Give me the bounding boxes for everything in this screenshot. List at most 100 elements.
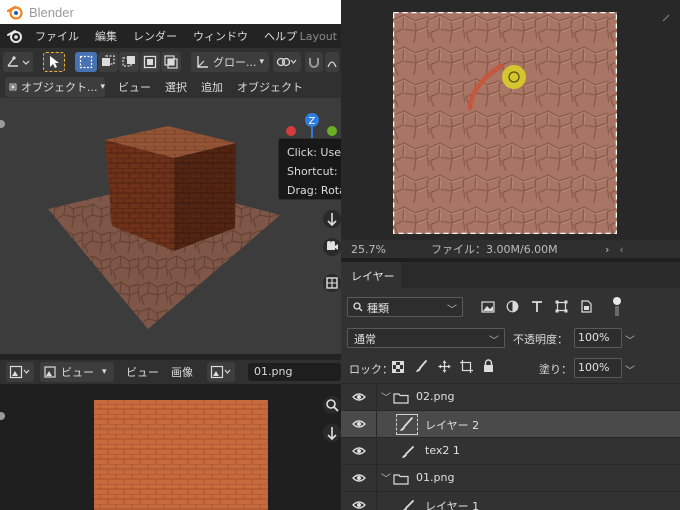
layer-row-layer-1[interactable]: レイヤー 1 <box>341 491 680 510</box>
select-box-mode-intersect[interactable] <box>161 52 181 72</box>
filter-type-layer-icon[interactable] <box>531 300 543 313</box>
header-menu-add[interactable]: 追加 <box>194 79 230 95</box>
document-canvas[interactable] <box>393 12 617 234</box>
select-subtract-icon <box>122 56 135 67</box>
toolbar-toggle-handle[interactable] <box>0 412 5 420</box>
header-menu-object[interactable]: オブジェクト <box>230 79 310 95</box>
move-view-button[interactable] <box>323 210 341 228</box>
layer-row-tex2-1[interactable]: tex2 1 <box>341 437 680 465</box>
lock-position-icon[interactable] <box>438 360 451 373</box>
transform-pivot-button[interactable] <box>3 52 33 72</box>
image-menu-view[interactable]: ビュー <box>120 364 165 380</box>
header-menu-view[interactable]: ビュー <box>111 79 158 95</box>
viewport-toolbar: グロー... ▾ <box>0 48 341 76</box>
visibility-eye-icon[interactable] <box>352 446 366 456</box>
visibility-eye-icon[interactable] <box>352 392 366 402</box>
group-expand-chevron-icon[interactable]: ﹀ <box>381 470 391 485</box>
filter-pixel-layer-icon[interactable] <box>481 301 495 313</box>
snap-toggle-button[interactable] <box>305 52 323 72</box>
editor-type-dropdown[interactable] <box>6 362 34 382</box>
perspective-toggle-button[interactable] <box>323 274 341 292</box>
fill-label: 塗り： <box>539 363 572 376</box>
zoom-view-button[interactable] <box>323 396 341 414</box>
transform-orientation-dropdown[interactable]: グロー... ▾ <box>191 52 269 72</box>
canvas-area[interactable] <box>341 0 680 240</box>
menu-help[interactable]: ヘルプ <box>256 28 305 44</box>
workspace-tab-layout[interactable]: Layout <box>300 30 337 43</box>
menu-edit[interactable]: 編集 <box>87 28 125 44</box>
layer-filter-dropdown[interactable]: 種類 ﹀ <box>347 297 463 317</box>
filter-adjustment-layer-icon[interactable] <box>506 300 519 313</box>
header-menu-select[interactable]: 選択 <box>158 79 194 95</box>
filter-toggle-switch[interactable] <box>613 297 621 317</box>
visibility-eye-icon[interactable] <box>352 419 366 429</box>
image-filename-field[interactable]: 01.png <box>248 363 341 381</box>
menu-render[interactable]: レンダー <box>125 28 185 44</box>
blender-menu-logo-icon[interactable] <box>7 28 23 44</box>
hand-icon <box>327 213 337 227</box>
mode-dropdown[interactable]: オブジェクト... ▾ <box>5 77 105 97</box>
lock-all-icon[interactable] <box>483 359 494 373</box>
image-view-mode-label: ビュー <box>61 366 94 379</box>
blend-mode-label: 通常 <box>354 333 376 346</box>
blend-mode-dropdown[interactable]: 通常 ﹀ <box>347 328 505 348</box>
layer-name: レイヤー 2 <box>425 419 480 432</box>
image-browse-dropdown[interactable] <box>207 362 235 382</box>
layer-thumbnail[interactable] <box>396 414 418 435</box>
select-box-icon <box>79 55 93 69</box>
viewport-scene: Z <box>0 113 337 329</box>
scroll-left-icon[interactable]: ‹ <box>619 243 623 256</box>
menu-file[interactable]: ファイル <box>27 28 87 44</box>
chevron-down-icon: ▾ <box>102 367 107 377</box>
gizmo-y-axis[interactable] <box>327 126 337 136</box>
opacity-field[interactable]: 100% ﹀ <box>574 328 635 348</box>
blender-logo-icon <box>7 5 23 20</box>
menu-window[interactable]: ウィンドウ <box>185 28 256 44</box>
visibility-eye-icon[interactable] <box>352 473 366 483</box>
filter-shape-layer-icon[interactable] <box>555 300 568 313</box>
visibility-eye-icon[interactable] <box>352 500 366 510</box>
filter-smart-object-icon[interactable] <box>580 300 593 313</box>
proportional-edit-button[interactable] <box>325 52 339 72</box>
viewport-header: オブジェクト... ▾ ビュー 選択 追加 オブジェクト <box>0 76 341 98</box>
magnet-icon <box>309 58 319 68</box>
proportional-falloff-icon <box>327 61 337 68</box>
sidebar-toggle-handle[interactable] <box>0 120 5 128</box>
tab-layers[interactable]: レイヤー <box>341 262 401 288</box>
layer-name: 01.png <box>416 471 455 484</box>
chevron-down-icon: ▾ <box>100 82 105 92</box>
chevron-down-icon: ▾ <box>259 57 265 67</box>
image-menu-image[interactable]: 画像 <box>165 364 199 380</box>
camera-view-button[interactable] <box>323 238 341 256</box>
image-view-mode-dropdown[interactable]: ビュー ▾ <box>40 362 114 382</box>
opacity-label: 不透明度： <box>513 333 568 346</box>
image-editor-canvas[interactable] <box>0 384 341 510</box>
stone-texture <box>393 12 617 234</box>
select-box-mode-invert[interactable] <box>140 52 160 72</box>
lock-artboard-icon[interactable] <box>460 360 473 373</box>
select-box-mode-subtract[interactable] <box>119 52 139 72</box>
gizmo-x-axis[interactable] <box>286 126 296 136</box>
layer-row-group-01[interactable]: ﹀ 01.png <box>341 464 680 492</box>
link-chain-icon <box>276 57 297 67</box>
pan-view-button[interactable] <box>323 424 341 442</box>
zoom-level[interactable]: 25.7% <box>351 243 411 256</box>
chevron-down-icon[interactable]: ﹀ <box>625 362 635 377</box>
texture-preview <box>94 400 268 510</box>
group-expand-chevron-icon[interactable]: ﹀ <box>381 389 391 404</box>
select-tool-button[interactable] <box>43 52 65 72</box>
status-menu-arrow-icon[interactable]: › <box>605 243 609 256</box>
layer-row-layer-2[interactable]: レイヤー 2 <box>341 410 680 438</box>
pivot-point-dropdown[interactable] <box>273 52 301 72</box>
3d-viewport[interactable]: Z <box>0 98 341 354</box>
photoshop-window: 25.7% ファイル：3.00M/6.00M › ‹ レイヤー 種類 ﹀ 通常 … <box>341 0 680 510</box>
select-box-mode-extend[interactable] <box>98 52 118 72</box>
fill-field[interactable]: 100% ﹀ <box>574 358 635 378</box>
layer-name: レイヤー 1 <box>425 500 480 510</box>
lock-transparent-pixels-icon[interactable] <box>392 361 404 373</box>
eye-column-divider <box>376 492 377 510</box>
chevron-down-icon[interactable]: ﹀ <box>625 332 635 347</box>
layer-row-group-02[interactable]: ﹀ 02.png <box>341 383 680 411</box>
select-box-mode-new[interactable] <box>75 52 97 72</box>
lock-image-pixels-icon[interactable] <box>415 360 428 373</box>
